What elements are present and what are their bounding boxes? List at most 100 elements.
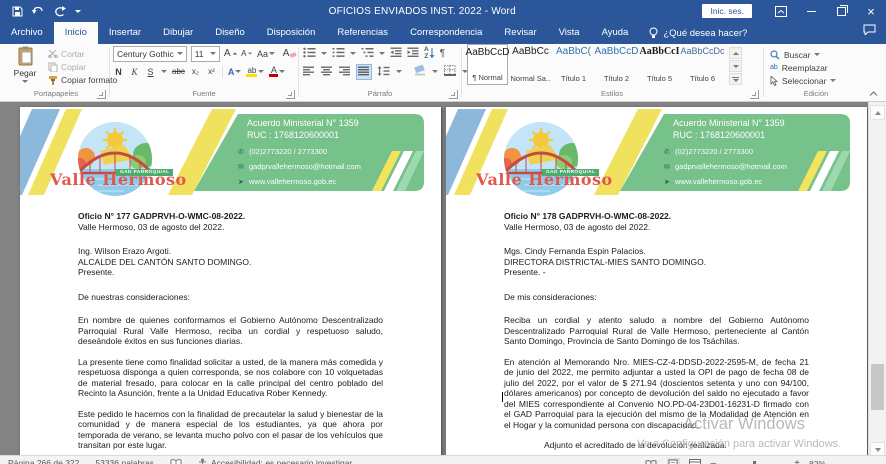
align-center-button[interactable] (321, 66, 333, 78)
oficio-number[interactable]: Oficio N° 177 GADPRVH-O-WMC-08-2022. (78, 211, 383, 222)
highlight-color-button[interactable]: ab (246, 65, 264, 78)
change-case-button[interactable]: Aa (257, 47, 274, 60)
collapse-ribbon-button[interactable] (869, 90, 878, 99)
restore-button[interactable] (826, 0, 856, 22)
style-titulo-1[interactable]: AaBbC( Título 1 (553, 44, 594, 85)
feedback-icon[interactable] (863, 22, 876, 40)
zoom-slider-thumb[interactable] (753, 461, 756, 464)
tab-insertar[interactable]: Insertar (98, 22, 152, 44)
tab-diseno[interactable]: Diseño (204, 22, 256, 44)
tab-correspondencia[interactable]: Correspondencia (399, 22, 493, 44)
tab-ayuda[interactable]: Ayuda (591, 22, 640, 44)
styles-scroll-up[interactable] (729, 47, 742, 59)
recipient-name[interactable]: Ing. Wilson Erazo Argoti. (78, 246, 383, 257)
styles-dialog-launcher[interactable] (750, 90, 759, 99)
document-page-2[interactable]: GAD PARROQUIAL Valle Hermoso Acuerdo Min… (446, 107, 867, 464)
word-count[interactable]: 53336 palabras (87, 456, 162, 464)
scrollbar-thumb[interactable] (871, 364, 884, 410)
borders-button[interactable] (444, 65, 456, 78)
salutation[interactable]: De mis consideraciones: (504, 292, 809, 303)
find-button[interactable]: Buscar (770, 48, 836, 61)
sign-in-button[interactable]: Inic. ses. (702, 4, 752, 18)
paragraph-dialog-launcher[interactable] (449, 90, 458, 99)
document-page-1[interactable]: GAD PARROQUIAL Valle Hermoso Acuerdo Min… (20, 107, 441, 464)
multilevel-list-button[interactable] (361, 47, 374, 60)
strikethrough-button[interactable]: abc (172, 65, 185, 78)
underline-dropdown[interactable] (161, 70, 167, 73)
select-button[interactable]: Seleccionar (770, 74, 836, 87)
zoom-out-button[interactable]: – (711, 460, 717, 464)
cut-button[interactable]: Cortar (48, 47, 117, 60)
zoom-in-button[interactable]: + (794, 460, 800, 464)
minimize-button[interactable] (796, 0, 826, 22)
font-name-combo[interactable]: Century Gothic (113, 46, 187, 62)
undo-icon[interactable] (32, 6, 45, 16)
decrease-indent-button[interactable] (390, 47, 402, 60)
oficio-date[interactable]: Valle Hermoso, 03 de agosto del 2022. (78, 222, 383, 233)
tab-vista[interactable]: Vista (548, 22, 591, 44)
justify-button[interactable] (357, 65, 371, 79)
replace-button[interactable]: ab Reemplazar (770, 61, 836, 74)
paragraph[interactable]: En nombre de quienes conformamos el Gobi… (78, 315, 383, 347)
line-spacing-button[interactable] (377, 66, 390, 78)
recipient-present[interactable]: Presente. (78, 267, 383, 278)
recipient-title[interactable]: ALCALDE DEL CANTÓN SANTO DOMINGO. (78, 257, 383, 268)
oficio-date[interactable]: Valle Hermoso, 03 de agosto del 2022. (504, 222, 809, 233)
font-color-button[interactable]: A (269, 65, 285, 78)
text-effects-button[interactable]: A (228, 65, 242, 78)
recipient-present[interactable]: Presente. - (504, 267, 809, 278)
scroll-up-button[interactable] (870, 105, 885, 120)
recipient-title[interactable]: DIRECTORA DISTRICTAL-MIES SANTO DOMINGO. (504, 257, 809, 268)
tab-archivo[interactable]: Archivo (0, 22, 54, 44)
styles-scroll-down[interactable] (729, 60, 742, 72)
customize-qat-icon[interactable] (75, 10, 81, 13)
style-titulo-5[interactable]: AaBbCcI Título 5 (639, 44, 680, 85)
clipboard-dialog-launcher[interactable] (97, 90, 106, 99)
copy-button[interactable]: Copiar (48, 60, 117, 73)
read-mode-button[interactable] (645, 458, 658, 464)
styles-gallery-expand[interactable] (729, 73, 742, 85)
grow-font-button[interactable]: A (224, 47, 237, 60)
show-marks-button[interactable]: ¶ (440, 48, 445, 59)
page-indicator[interactable]: Página 266 de 322 (0, 456, 87, 464)
paragraph[interactable]: La presente tiene como finalidad solicit… (78, 357, 383, 399)
shading-button[interactable] (414, 65, 426, 78)
web-layout-button[interactable] (689, 458, 702, 464)
align-left-button[interactable] (303, 66, 315, 78)
close-button[interactable]: × (856, 0, 886, 22)
superscript-button[interactable]: x² (206, 65, 217, 78)
vertical-scrollbar[interactable] (868, 102, 886, 464)
style-normal[interactable]: AaBbCcD ¶ Normal (467, 44, 508, 85)
recipient-name[interactable]: Mgs. Cindy Fernanda Espin Palacios. (504, 246, 809, 257)
letter-body[interactable]: Oficio N° 177 GADPRVH-O-WMC-08-2022. Val… (78, 211, 383, 464)
font-size-combo[interactable]: 11 (191, 46, 220, 62)
zoom-level[interactable]: 82% (809, 459, 826, 464)
shrink-font-button[interactable]: A (241, 47, 253, 60)
italic-button[interactable]: K (129, 65, 140, 78)
underline-button[interactable]: S (145, 65, 156, 78)
bold-button[interactable]: N (113, 65, 124, 78)
numbered-list-button[interactable] (332, 47, 345, 60)
style-titulo-6[interactable]: AaBbCcDc Título 6 (682, 44, 723, 85)
subscript-button[interactable]: x₂ (190, 65, 201, 78)
align-right-button[interactable] (339, 66, 351, 78)
tab-revisar[interactable]: Revisar (493, 22, 547, 44)
oficio-number[interactable]: Oficio N° 178 GADPRVH-O-WMC-08-2022. (504, 211, 809, 222)
style-normal-sa[interactable]: AaBbCc Normal Sa... (510, 44, 551, 85)
ribbon-display-options-button[interactable] (766, 0, 796, 22)
redo-icon[interactable] (54, 6, 66, 17)
paste-button[interactable]: Pegar (7, 46, 43, 88)
tab-inicio[interactable]: Inicio (54, 22, 98, 44)
format-painter-button[interactable]: Copiar formato (48, 73, 117, 86)
tab-referencias[interactable]: Referencias (326, 22, 399, 44)
accessibility-status[interactable]: Accesibilidad: es necesario investigar (190, 456, 360, 464)
save-icon[interactable] (12, 6, 23, 17)
increase-indent-button[interactable] (407, 47, 419, 60)
tell-me-box[interactable]: ¿Qué desea hacer? (639, 22, 757, 44)
proofing-icon[interactable] (162, 456, 190, 464)
font-dialog-launcher[interactable] (286, 90, 295, 99)
sort-button[interactable]: AZ (424, 47, 435, 60)
clear-formatting-button[interactable]: A (283, 47, 297, 60)
tab-dibujar[interactable]: Dibujar (152, 22, 204, 44)
print-layout-button[interactable] (667, 458, 680, 464)
